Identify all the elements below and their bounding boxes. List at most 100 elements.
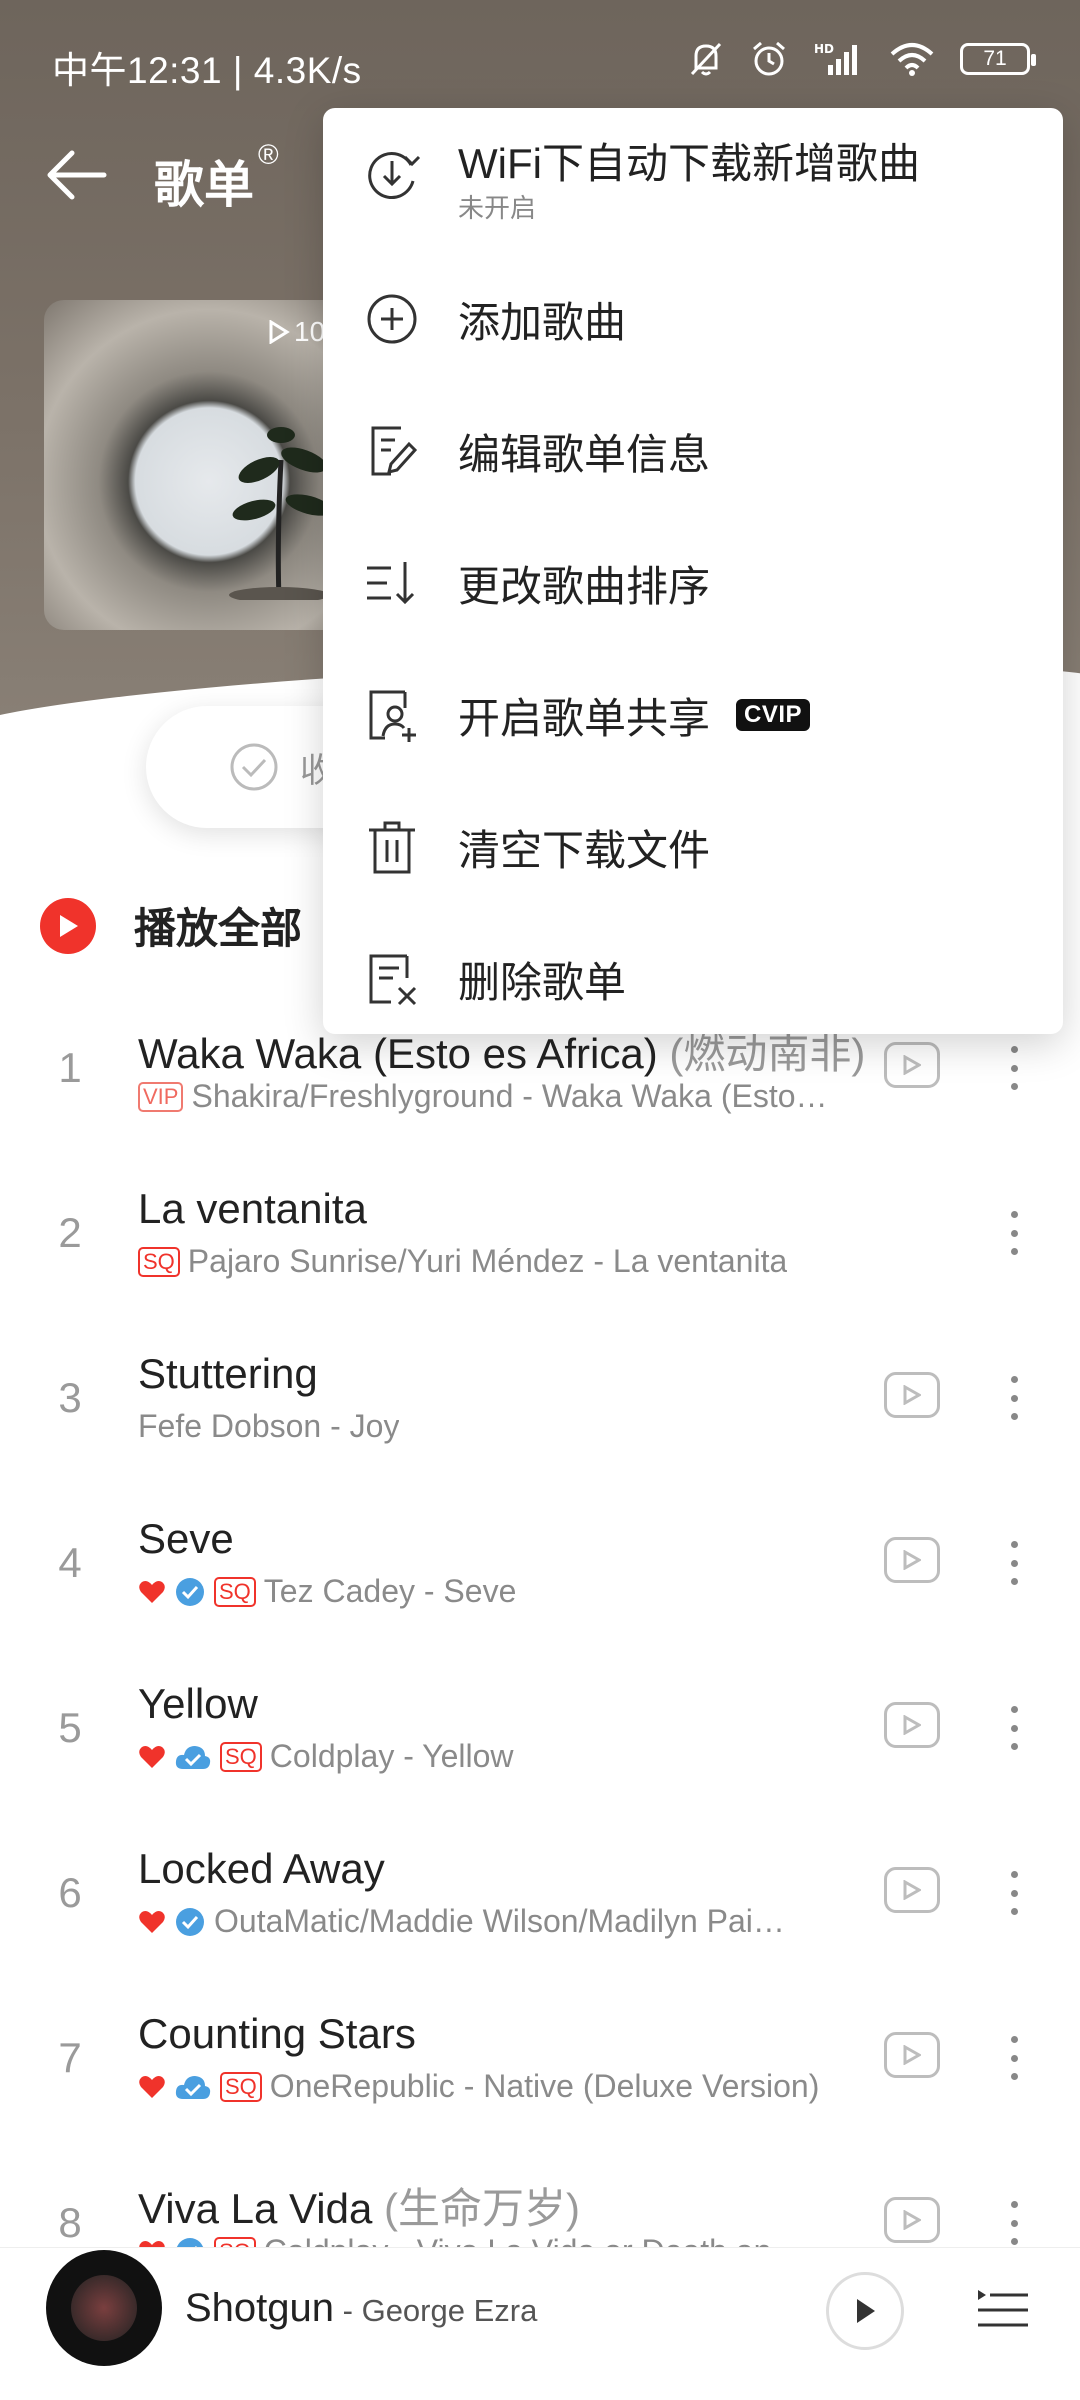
play-icon	[857, 2299, 875, 2323]
sq-tag: SQ	[220, 2071, 262, 2102]
song-artist-album: Coldplay - Yellow	[269, 1738, 514, 1774]
song-mv-button[interactable]	[884, 1537, 940, 1583]
song-more-button[interactable]	[1000, 2030, 1028, 2086]
menu-item-edit-info[interactable]: 编辑歌单信息	[323, 385, 1063, 517]
menu-item-share-playlist[interactable]: 开启歌单共享 CVIP	[323, 649, 1063, 781]
menu-item-wifi-auto-download[interactable]: WiFi下自动下载新增歌曲 未开启	[323, 108, 1063, 240]
signal-icon: HD	[814, 42, 857, 75]
song-more-button[interactable]	[1000, 1535, 1028, 1591]
song-more-button[interactable]	[1000, 2195, 1028, 2251]
player-play-button[interactable]	[826, 2272, 904, 2350]
now-playing-artist: - George Ezra	[334, 2293, 538, 2328]
more-dot	[1010, 1908, 1018, 1915]
song-mv-button[interactable]	[884, 1867, 940, 1913]
now-playing-song: Shotgun	[185, 2286, 335, 2330]
heart-icon	[139, 1745, 165, 1768]
song-number: 3	[58, 1374, 82, 1421]
menu-item-clear-downloads[interactable]: 清空下载文件	[323, 781, 1063, 913]
more-dot	[1010, 1248, 1018, 1255]
song-meta: SQ Tez Cadey - Seve	[138, 1573, 516, 1610]
song-row[interactable]: 4 Seve SQ Tez Cadey - Seve	[0, 1505, 1080, 1670]
trash-icon	[369, 821, 415, 874]
song-list: 1 Waka Waka (Esto es Africa) (燃动南非) VIP S…	[0, 1010, 1080, 2330]
menu-label: 更改歌曲排序	[458, 562, 711, 610]
menu-label: WiFi下自动下载新增歌曲	[458, 140, 920, 187]
more-dot	[1010, 1064, 1018, 1072]
song-more-button[interactable]	[1000, 1865, 1028, 1921]
alarm-icon	[753, 41, 785, 76]
song-number: 5	[58, 1704, 82, 1751]
now-playing-disc[interactable]	[46, 2250, 162, 2366]
cloud-check-icon	[175, 1745, 211, 1769]
more-dot	[1010, 1413, 1018, 1420]
page-title-text: 歌单	[154, 157, 254, 213]
song-number: 8	[58, 2199, 82, 2246]
more-dot	[1010, 1871, 1018, 1878]
song-row[interactable]: 7 Counting Stars SQ OneRepublic - Native…	[0, 2000, 1080, 2165]
song-title: Stuttering	[138, 1350, 318, 1397]
song-number: 7	[58, 2034, 82, 2081]
song-title: Counting Stars	[138, 2010, 416, 2057]
song-number: 6	[58, 1869, 82, 1916]
play-all-button[interactable]: 播放全部	[40, 895, 302, 956]
add-circle-icon	[367, 294, 417, 344]
song-mv-button[interactable]	[884, 2032, 940, 2078]
song-row[interactable]: 5 Yellow SQ Coldplay - Yellow	[0, 1670, 1080, 1835]
song-row[interactable]: 3 Stuttering Fefe Dobson - Joy	[0, 1340, 1080, 1505]
more-dot	[1010, 1743, 1018, 1750]
song-artist-album: OneRepublic - Native (Deluxe Version)	[269, 2068, 820, 2104]
menu-label: 清空下载文件	[458, 826, 711, 874]
song-title-sub: (生命万岁)	[372, 2185, 580, 2232]
edit-doc-icon	[371, 426, 418, 476]
song-mv-button[interactable]	[884, 1702, 940, 1748]
song-row[interactable]: 2 La ventanita SQ Pajaro Sunrise/Yuri Mén…	[0, 1175, 1080, 1340]
more-dot	[1010, 1578, 1018, 1585]
play-icon	[903, 2210, 921, 2230]
play-count: 10	[268, 316, 325, 348]
more-dot	[1010, 1889, 1018, 1897]
verified-icon	[176, 1577, 204, 1606]
more-dot	[1010, 1376, 1018, 1383]
song-mv-button[interactable]	[884, 2197, 940, 2243]
song-number: 2	[58, 1209, 82, 1256]
play-count-icon	[269, 320, 290, 344]
mute-bell-icon	[690, 42, 722, 76]
menu-item-change-order[interactable]: 更改歌曲排序	[323, 517, 1063, 649]
playlist-options-menu: WiFi下自动下载新增歌曲 未开启 添加歌曲 编辑歌单信息 更改歌曲排序 开启歌…	[323, 108, 1063, 1034]
delete-list-icon	[369, 954, 417, 1006]
menu-sublabel: 未开启	[458, 193, 537, 223]
song-meta: VIP Shakira/Freshlyground - Waka Waka (Es…	[138, 1078, 828, 1115]
back-arrow-icon[interactable]	[42, 145, 112, 205]
song-more-button[interactable]	[1000, 1205, 1028, 1261]
sq-tag: SQ	[220, 1741, 262, 1772]
menu-item-delete-playlist[interactable]: 删除歌单	[323, 913, 1063, 1045]
play-count-value: 10	[294, 316, 326, 347]
song-title: Viva La Vida (生命万岁)	[138, 2175, 580, 2236]
song-mv-button[interactable]	[884, 1042, 940, 1088]
song-title-main: Viva La Vida	[138, 2185, 373, 2232]
song-number: 4	[58, 1539, 82, 1586]
sq-tag: SQ	[138, 1246, 180, 1277]
song-artist-album: Pajaro Sunrise/Yuri Méndez - La ventanit…	[187, 1243, 788, 1279]
song-meta: Fefe Dobson - Joy	[138, 1408, 399, 1445]
more-dot	[1010, 1706, 1018, 1713]
song-mv-button[interactable]	[884, 1372, 940, 1418]
registered-mark: ®	[258, 139, 279, 170]
play-icon	[903, 2045, 921, 2065]
playlist-queue-icon[interactable]	[976, 2282, 1030, 2338]
more-dot	[1010, 2036, 1018, 2043]
song-more-button[interactable]	[1000, 1700, 1028, 1756]
song-more-button[interactable]	[1000, 1370, 1028, 1426]
more-dot	[1010, 1541, 1018, 1548]
status-time-speed: 中午12:31 | 4.3K/s	[52, 50, 362, 91]
song-meta: SQ Coldplay - Yellow	[138, 1738, 514, 1775]
play-icon	[903, 1055, 921, 1075]
menu-item-add-songs[interactable]: 添加歌曲	[323, 253, 1063, 385]
heart-icon	[139, 2075, 165, 2098]
song-more-button[interactable]	[1000, 1040, 1028, 1096]
song-number: 1	[58, 1044, 82, 1091]
song-row[interactable]: 6 Locked Away OutaMatic/Maddie Wilson/Ma…	[0, 1835, 1080, 2000]
mini-player[interactable]: Shotgun - George Ezra	[0, 2247, 1080, 2400]
song-title: La ventanita	[138, 1185, 367, 1232]
play-icon	[903, 1715, 921, 1735]
